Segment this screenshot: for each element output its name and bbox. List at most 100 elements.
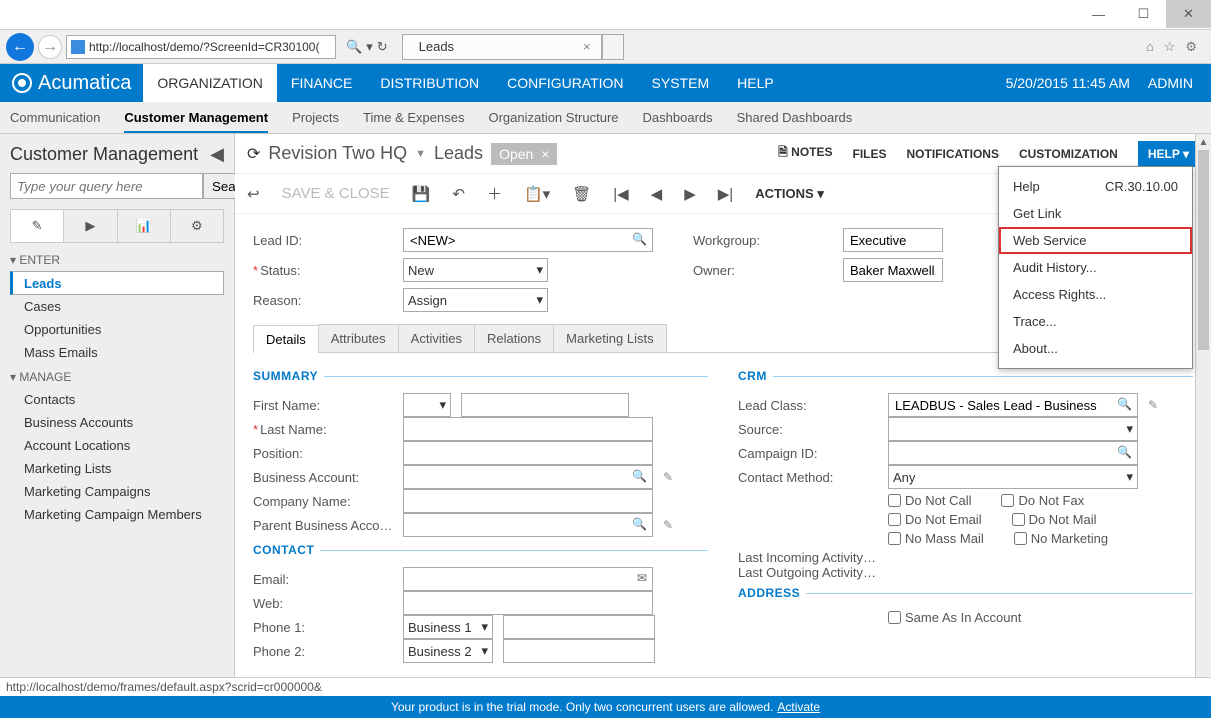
email-input[interactable]	[403, 567, 653, 591]
crumb-action-customization[interactable]: CUSTOMIZATION	[1019, 141, 1118, 167]
lookup-icon[interactable]: 🔍	[632, 232, 647, 246]
edit-icon[interactable]: ✎	[11, 210, 64, 242]
subnav-item[interactable]: Time & Expenses	[363, 110, 464, 125]
help-menu-item[interactable]: About...	[999, 335, 1192, 362]
checkbox[interactable]: Do Not Email	[888, 512, 982, 527]
checkbox[interactable]: No Mass Mail	[888, 531, 984, 546]
checkbox[interactable]: Do Not Fax	[1001, 493, 1084, 508]
same-as-check[interactable]: Same As In Account	[888, 610, 1028, 625]
crumb-org[interactable]: Revision Two HQ	[268, 143, 407, 164]
parent-acct-input[interactable]	[403, 513, 653, 537]
web-input[interactable]	[403, 591, 653, 615]
home-icon[interactable]: ⌂	[1146, 39, 1154, 55]
first-icon[interactable]: |◀	[613, 185, 628, 203]
brand-logo-area[interactable]: Acumatica	[0, 72, 143, 95]
biz-acct-input[interactable]	[403, 465, 653, 489]
lookup-icon[interactable]: 🔍	[1117, 397, 1132, 411]
close-icon[interactable]: ×	[541, 146, 549, 162]
tree-item[interactable]: Marketing Campaigns	[10, 480, 224, 503]
header-user[interactable]: ADMIN	[1148, 75, 1193, 91]
phone1-input[interactable]	[503, 615, 655, 639]
next-icon[interactable]: ▶	[684, 185, 696, 203]
window-maximize[interactable]: ☐	[1121, 0, 1166, 28]
module-finance[interactable]: FINANCE	[277, 64, 366, 102]
close-tab-icon[interactable]: ×	[583, 39, 591, 54]
delete-icon[interactable]: 🗑	[572, 185, 591, 203]
lead-id-input[interactable]	[403, 228, 653, 252]
nav-back[interactable]: ←	[6, 33, 34, 61]
help-menu-item[interactable]: Web Service	[999, 227, 1192, 254]
crumb-action-notes[interactable]: 🗎 NOTES	[778, 141, 832, 167]
tools-icon[interactable]: ⚙	[1185, 39, 1197, 55]
chevron-down-icon[interactable]: ▼	[415, 148, 426, 160]
favorites-icon[interactable]: ☆	[1164, 39, 1176, 55]
tree-group[interactable]: ▾ ENTER	[10, 253, 224, 267]
company-input[interactable]	[403, 489, 653, 513]
tree-item[interactable]: Mass Emails	[10, 341, 224, 364]
tab-attributes[interactable]: Attributes	[318, 324, 399, 352]
tree-item[interactable]: Leads	[10, 271, 224, 295]
help-menu-item[interactable]: HelpCR.30.10.00	[999, 173, 1192, 200]
module-system[interactable]: SYSTEM	[638, 64, 724, 102]
help-menu-item[interactable]: Audit History...	[999, 254, 1192, 281]
tab-relations[interactable]: Relations	[474, 324, 554, 352]
lookup-icon[interactable]: 🔍	[1117, 445, 1132, 459]
tree-item[interactable]: Account Locations	[10, 434, 224, 457]
salutation-select[interactable]: ▾	[403, 393, 451, 417]
mail-icon[interactable]: ✉	[637, 571, 647, 585]
undo-icon[interactable]: ↶	[452, 185, 465, 203]
help-button[interactable]: HELP ▾	[1138, 141, 1199, 167]
phone2-type[interactable]: Business 2▾	[403, 639, 493, 663]
prev-icon[interactable]: ◀	[651, 185, 663, 203]
browser-tab[interactable]: Leads ×	[402, 34, 602, 60]
contact-method-select[interactable]: Any▾	[888, 465, 1138, 489]
campaign-input[interactable]	[888, 441, 1138, 465]
first-name-input[interactable]	[461, 393, 629, 417]
save-icon[interactable]: 💾	[412, 185, 431, 203]
help-menu-item[interactable]: Get Link	[999, 200, 1192, 227]
tree-item[interactable]: Opportunities	[10, 318, 224, 341]
sidebar-search-input[interactable]	[10, 173, 203, 199]
subnav-item[interactable]: Customer Management	[124, 110, 268, 133]
nav-forward[interactable]: →	[38, 35, 62, 59]
tab-details[interactable]: Details	[253, 325, 319, 353]
add-icon[interactable]: ＋	[487, 183, 502, 204]
tree-item[interactable]: Business Accounts	[10, 411, 224, 434]
scroll-up-icon[interactable]: ▲	[1196, 134, 1211, 150]
tree-item[interactable]: Cases	[10, 295, 224, 318]
status-chip[interactable]: Open ×	[491, 143, 557, 165]
lookup-icon[interactable]: 🔍	[632, 469, 647, 483]
actions-menu[interactable]: ACTIONS ▾	[755, 186, 824, 202]
checkbox[interactable]: No Marketing	[1014, 531, 1108, 546]
scroll-thumb[interactable]	[1198, 150, 1209, 350]
module-organization[interactable]: ORGANIZATION	[143, 64, 277, 102]
refresh-icon[interactable]: ↻	[377, 39, 388, 55]
edit-icon[interactable]: ✎	[663, 470, 673, 484]
lead-class-input[interactable]	[888, 393, 1138, 417]
subnav-item[interactable]: Dashboards	[643, 110, 713, 125]
reason-select[interactable]: Assign▾	[403, 288, 548, 312]
crumb-action-notifications[interactable]: NOTIFICATIONS	[907, 141, 999, 167]
lookup-icon[interactable]: 🔍	[632, 517, 647, 531]
tree-item[interactable]: Marketing Campaign Members	[10, 503, 224, 526]
module-distribution[interactable]: DISTRIBUTION	[366, 64, 493, 102]
owner-input[interactable]	[843, 258, 943, 282]
phone2-input[interactable]	[503, 639, 655, 663]
subnav-item[interactable]: Projects	[292, 110, 339, 125]
crumb-action-files[interactable]: FILES	[853, 141, 887, 167]
edit-icon[interactable]: ✎	[1148, 398, 1158, 412]
source-select[interactable]: ▾	[888, 417, 1138, 441]
status-select[interactable]: New▾	[403, 258, 548, 282]
subnav-item[interactable]: Organization Structure	[488, 110, 618, 125]
workgroup-input[interactable]	[843, 228, 943, 252]
activate-link[interactable]: Activate	[777, 700, 820, 714]
chart-icon[interactable]: 📊	[118, 210, 171, 242]
clipboard-icon[interactable]: 📋▾	[524, 185, 550, 203]
help-menu-item[interactable]: Access Rights...	[999, 281, 1192, 308]
module-help[interactable]: HELP	[723, 64, 788, 102]
checkbox[interactable]: Do Not Call	[888, 493, 971, 508]
play-icon[interactable]: ▶	[64, 210, 117, 242]
help-menu-item[interactable]: Trace...	[999, 308, 1192, 335]
gear-icon[interactable]: ⚙	[171, 210, 223, 242]
dropdown-icon[interactable]: ▾	[366, 39, 373, 55]
